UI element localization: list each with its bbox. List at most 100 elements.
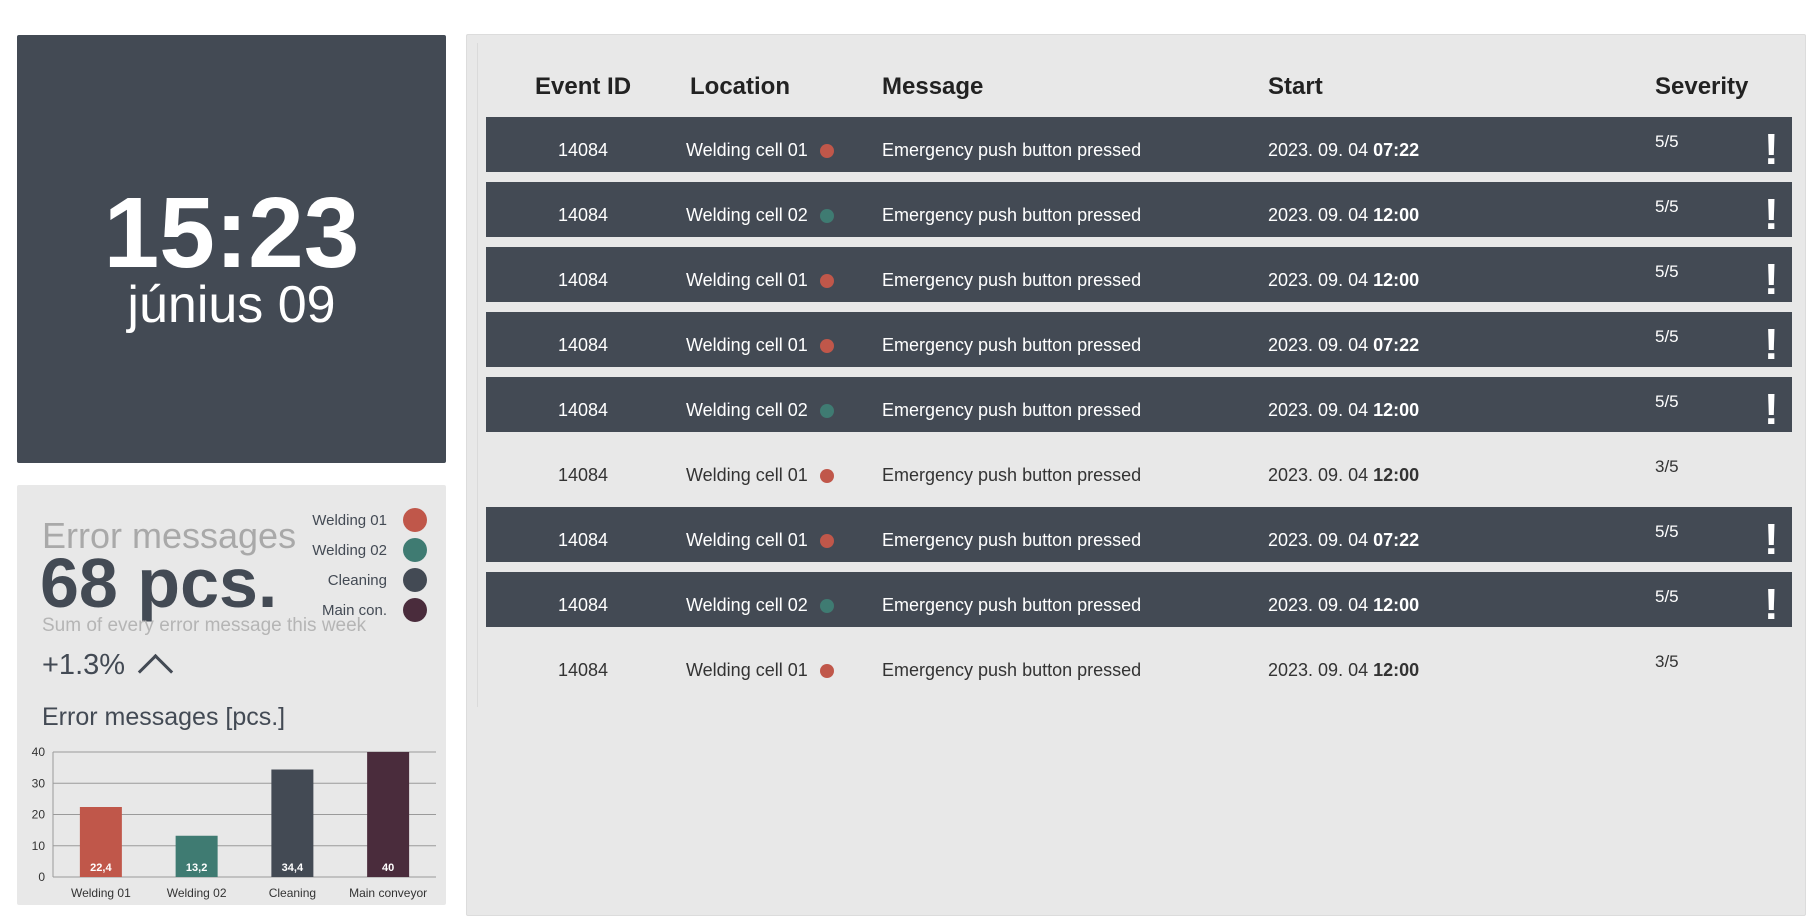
event-severity: 3/5: [1655, 652, 1679, 671]
location-status-dot: [819, 208, 834, 223]
x-tick-label: Welding 01: [71, 886, 131, 900]
event-id: 14084: [558, 205, 609, 225]
event-severity: 5/5: [1655, 327, 1679, 346]
chart-title: Error messages [pcs.]: [42, 703, 286, 731]
event-start: 2023. 09. 04 12:00: [1268, 182, 1419, 237]
alert-icon: !: [1764, 385, 1779, 434]
event-date: 2023. 09. 04: [1268, 595, 1369, 615]
chart-legend: Welding 01 Welding 02 Cleaning Main con.: [312, 505, 427, 625]
event-message: Emergency push button pressed: [882, 530, 1142, 550]
bar-chart-svg: 0 10 20 30 40 22,4 Welding 01 13,2 Welding 02 34,…: [32, 745, 436, 900]
x-tick-label: Cleaning: [269, 886, 316, 900]
event-message: Emergency push button pressed: [882, 465, 1142, 485]
y-tick-label: 10: [32, 839, 46, 853]
location-status-dot: [819, 468, 834, 483]
event-message: Emergency push button pressed: [882, 660, 1142, 680]
event-time: 12:00: [1373, 270, 1420, 290]
location-status-dot: [819, 598, 834, 613]
events-table: Event ID Location Message Start Severity…: [477, 43, 1806, 707]
trend-value: +1.3%: [42, 649, 126, 681]
event-id: 14084: [558, 465, 609, 485]
event-start: 2023. 09. 04 12:00: [1268, 442, 1419, 497]
legend-item: Cleaning: [312, 565, 427, 595]
legend-dot: [403, 568, 427, 592]
event-date: 2023. 09. 04: [1268, 270, 1369, 290]
table-row[interactable]: 14084 Welding cell 01 Emergency push butto…: [486, 637, 1792, 692]
location-cell: Welding cell 01: [686, 270, 834, 291]
location-cell: Welding cell 02: [686, 400, 834, 421]
legend-item: Main con.: [312, 595, 427, 625]
event-time: 07:22: [1373, 140, 1420, 160]
header-severity: Severity: [1655, 73, 1749, 100]
table-row[interactable]: 14084 Welding cell 02 Emergency push butto…: [486, 182, 1792, 239]
event-date: 2023. 09. 04: [1268, 335, 1369, 355]
location-status-dot: [819, 338, 834, 353]
chevron-up-icon: [137, 653, 174, 690]
event-time: 12:00: [1373, 660, 1420, 680]
event-message: Emergency push button pressed: [882, 140, 1142, 160]
bar-value-label: 34,4: [282, 862, 304, 874]
location-status-dot: [819, 143, 834, 158]
location-name: Welding cell 01: [686, 335, 808, 355]
event-date: 2023. 09. 04: [1268, 400, 1369, 420]
event-id: 14084: [558, 140, 609, 160]
clock-time: 15:23: [103, 177, 360, 289]
table-row[interactable]: 14084 Welding cell 01 Emergency push butto…: [486, 312, 1792, 369]
y-tick-label: 20: [32, 808, 46, 822]
stats-count: 68 pcs.: [40, 544, 278, 622]
clock-date: június 09: [127, 276, 336, 334]
event-start: 2023. 09. 04 12:00: [1268, 572, 1419, 627]
legend-label: Welding 01: [312, 511, 387, 529]
location-cell: Welding cell 01: [686, 140, 834, 161]
event-date: 2023. 09. 04: [1268, 530, 1369, 550]
table-row[interactable]: 14084 Welding cell 01 Emergency push butto…: [486, 507, 1792, 564]
location-name: Welding cell 02: [686, 400, 808, 420]
event-message: Emergency push button pressed: [882, 270, 1142, 290]
legend-item: Welding 01: [312, 505, 427, 535]
bar-chart: 0 10 20 30 40 22,4 Welding 01 13,2 Welding 02 34,…: [17, 740, 446, 905]
event-severity: 3/5: [1655, 457, 1679, 476]
header-message: Message: [882, 73, 984, 100]
table-row[interactable]: 14084 Welding cell 01 Emergency push butto…: [486, 117, 1792, 174]
x-tick-label: Main conveyor: [349, 886, 427, 900]
event-start: 2023. 09. 04 07:22: [1268, 117, 1419, 172]
legend-label: Welding 02: [312, 541, 387, 559]
location-cell: Welding cell 01: [686, 335, 834, 356]
event-start: 2023. 09. 04 07:22: [1268, 507, 1419, 562]
alert-icon: !: [1764, 320, 1779, 369]
header-event-id: Event ID: [535, 73, 632, 100]
legend-dot: [403, 598, 427, 622]
alert-icon: !: [1764, 125, 1779, 174]
event-time: 12:00: [1373, 400, 1420, 420]
legend-label: Cleaning: [327, 571, 387, 589]
location-name: Welding cell 01: [686, 140, 808, 160]
event-date: 2023. 09. 04: [1268, 465, 1369, 485]
bar: [271, 769, 314, 877]
y-tick-label: 0: [38, 870, 45, 884]
location-cell: Welding cell 02: [686, 595, 834, 616]
bar-value-label: 22,4: [90, 862, 112, 874]
table-row[interactable]: 14084 Welding cell 02 Emergency push butto…: [486, 377, 1792, 434]
event-start: 2023. 09. 04 07:22: [1268, 312, 1419, 367]
bar-value-label: 13,2: [186, 862, 207, 874]
events-table-panel: Event ID Location Message Start Severity…: [466, 34, 1806, 916]
table-row[interactable]: 14084 Welding cell 01 Emergency push butto…: [486, 442, 1792, 497]
location-status-dot: [819, 533, 834, 548]
clock-panel: 15:23 június 09: [17, 35, 446, 463]
location-name: Welding cell 01: [686, 530, 808, 550]
header-start: Start: [1268, 73, 1323, 100]
alert-icon: !: [1764, 255, 1779, 304]
event-severity: 5/5: [1655, 522, 1679, 541]
table-row[interactable]: 14084 Welding cell 02 Emergency push butto…: [486, 572, 1792, 629]
event-severity: 5/5: [1655, 132, 1679, 151]
event-id: 14084: [558, 660, 609, 680]
event-severity: 5/5: [1655, 262, 1679, 281]
location-cell: Welding cell 01: [686, 465, 834, 486]
event-id: 14084: [558, 530, 609, 550]
event-date: 2023. 09. 04: [1268, 140, 1369, 160]
legend-dot: [403, 538, 427, 562]
bar: [367, 752, 410, 877]
event-date: 2023. 09. 04: [1268, 205, 1369, 225]
table-row[interactable]: 14084 Welding cell 01 Emergency push butto…: [486, 247, 1792, 304]
location-status-dot: [819, 403, 834, 418]
